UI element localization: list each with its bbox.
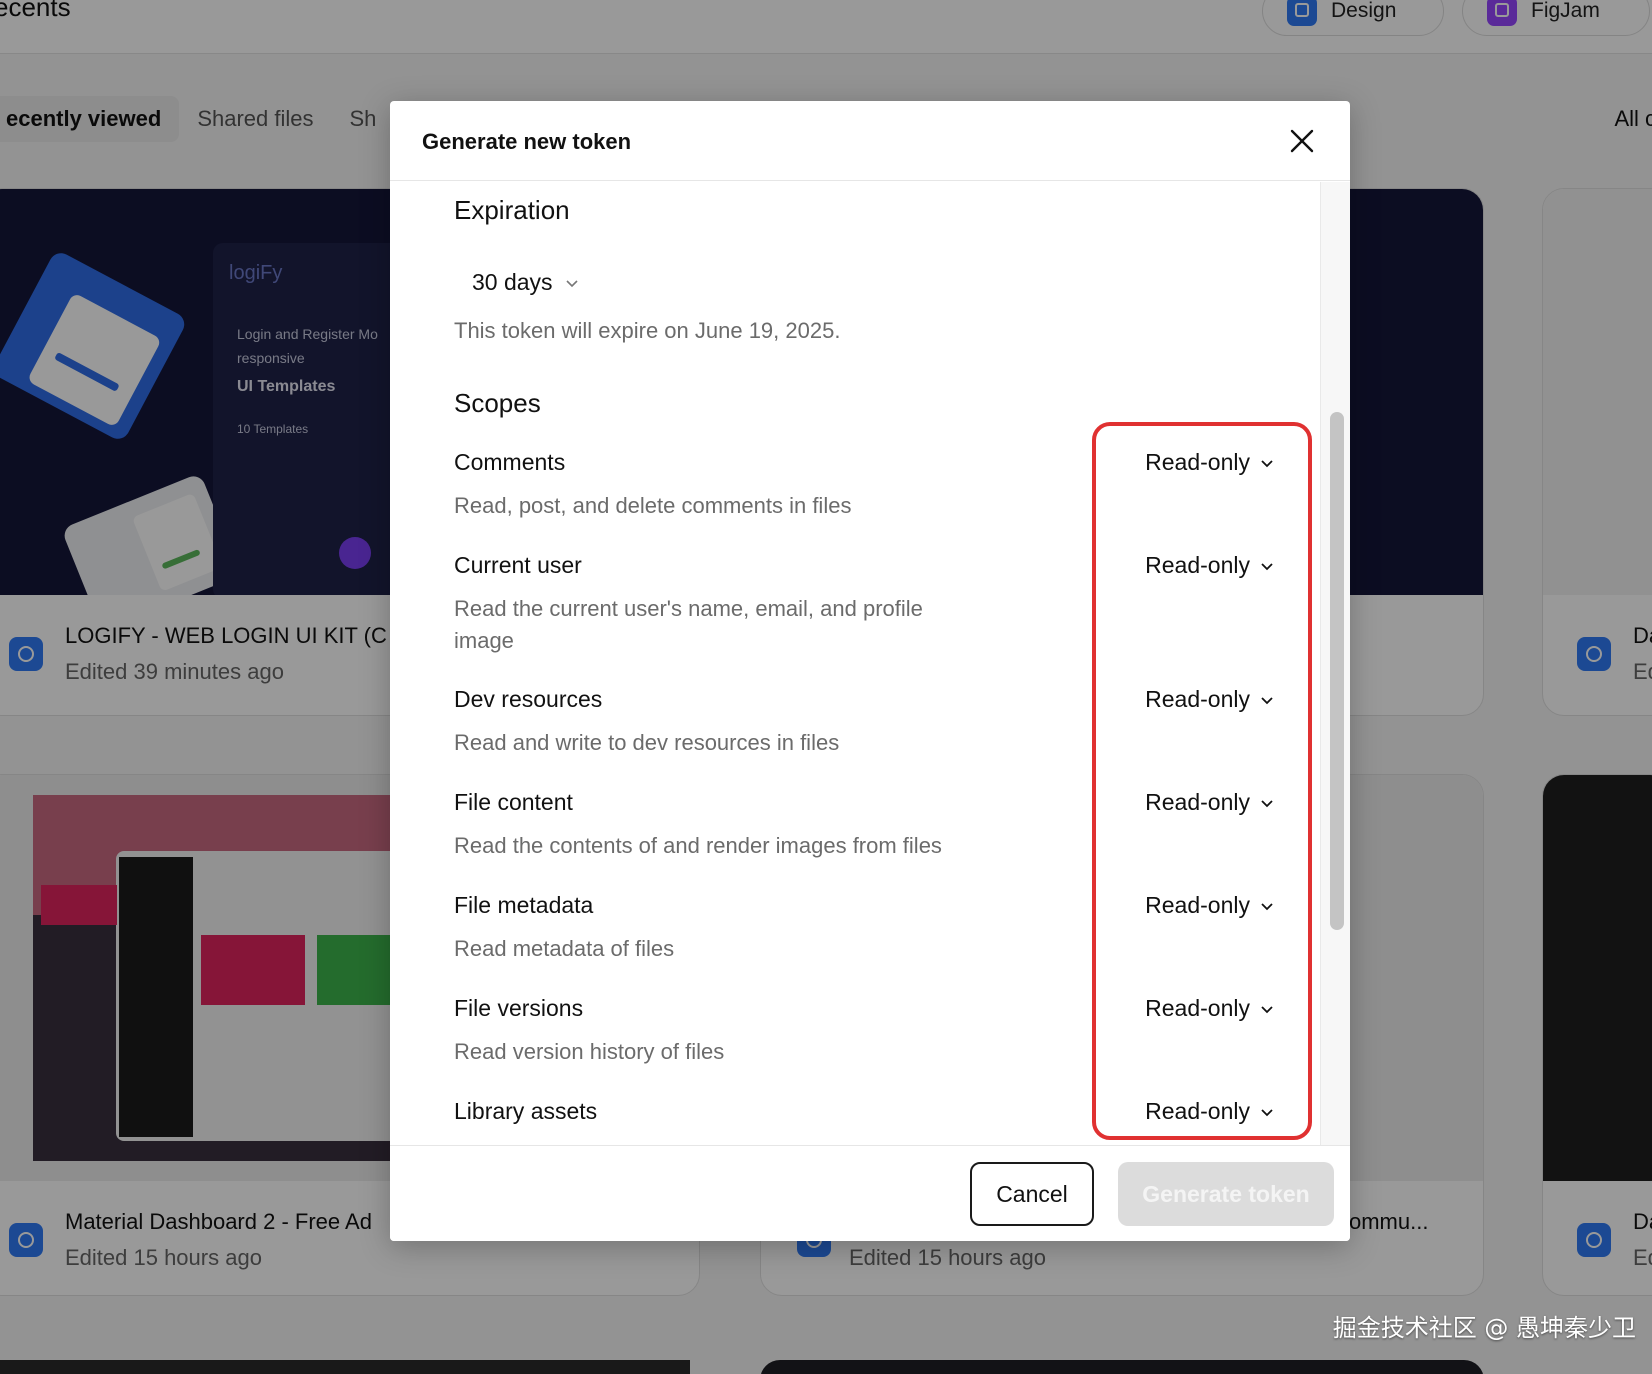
scope-description: Read, post, and delete comments in files [454, 493, 852, 518]
scrollbar-thumb[interactable] [1330, 412, 1344, 930]
scope-access-value: Read-only [1145, 552, 1250, 578]
generate-token-dialog: Generate new token Expiration 30 days Th… [390, 101, 1350, 1241]
scope-description: Read version history of files [454, 1039, 725, 1064]
scope-access-value: Read-only [1145, 1098, 1250, 1124]
close-icon [1290, 129, 1314, 153]
scope-row-file-versions: File versions Read version history of fi… [454, 995, 1274, 1068]
scope-row-library-assets: Library assets Read-only [454, 1098, 1274, 1125]
expiration-note: This token will expire on June 19, 2025. [454, 318, 841, 343]
chevron-down-icon [1261, 459, 1273, 467]
chevron-down-icon [1261, 562, 1273, 570]
scope-access-value: Read-only [1145, 449, 1250, 475]
generate-token-button[interactable]: Generate token [1118, 1162, 1334, 1226]
scope-row-dev-resources: Dev resources Read and write to dev reso… [454, 686, 1274, 759]
scope-description: Read the current user's name, email, and… [454, 596, 923, 653]
expiration-value: 30 days [472, 269, 553, 295]
scope-access-select[interactable]: Read-only [1145, 789, 1274, 816]
scope-access-select[interactable]: Read-only [1145, 449, 1274, 476]
chevron-down-icon [1261, 902, 1273, 910]
dialog-header: Generate new token [390, 101, 1350, 181]
chevron-down-icon [1261, 799, 1273, 807]
chevron-down-icon [565, 279, 578, 287]
close-button[interactable] [1284, 123, 1320, 159]
scope-access-value: Read-only [1145, 789, 1250, 815]
scope-access-value: Read-only [1145, 892, 1250, 918]
scope-description: Read metadata of files [454, 936, 675, 961]
dialog-body: Expiration 30 days This token will expir… [390, 182, 1320, 1145]
dialog-footer: Cancel Generate token [390, 1145, 1350, 1241]
scope-access-select[interactable]: Read-only [1145, 1098, 1274, 1125]
scope-row-current-user: Current user Read the current user's nam… [454, 552, 1274, 657]
dialog-title: Generate new token [422, 129, 632, 154]
expiration-select[interactable]: 30 days [472, 269, 579, 296]
scopes-heading: Scopes [454, 388, 541, 418]
chevron-down-icon [1261, 1005, 1273, 1013]
scope-row-comments: Comments Read, post, and delete comments… [454, 449, 1274, 522]
expiration-heading: Expiration [454, 195, 570, 225]
scope-row-file-metadata: File metadata Read metadata of files Rea… [454, 892, 1274, 965]
scope-description: Read and write to dev resources in files [454, 730, 840, 755]
scope-description: Read the contents of and render images f… [454, 833, 942, 858]
scope-access-select[interactable]: Read-only [1145, 892, 1274, 919]
scope-row-file-content: File content Read the contents of and re… [454, 789, 1274, 862]
scope-access-select[interactable]: Read-only [1145, 995, 1274, 1022]
cancel-button[interactable]: Cancel [970, 1162, 1094, 1226]
scope-access-select[interactable]: Read-only [1145, 686, 1274, 713]
chevron-down-icon [1261, 696, 1273, 704]
dialog-scrollbar[interactable] [1320, 182, 1350, 1145]
scope-access-value: Read-only [1145, 995, 1250, 1021]
watermark: 掘金技术社区 @ 愚坤秦少卫 [1332, 1314, 1636, 1342]
scope-access-select[interactable]: Read-only [1145, 552, 1274, 579]
chevron-down-icon [1261, 1108, 1273, 1116]
scope-access-value: Read-only [1145, 686, 1250, 712]
